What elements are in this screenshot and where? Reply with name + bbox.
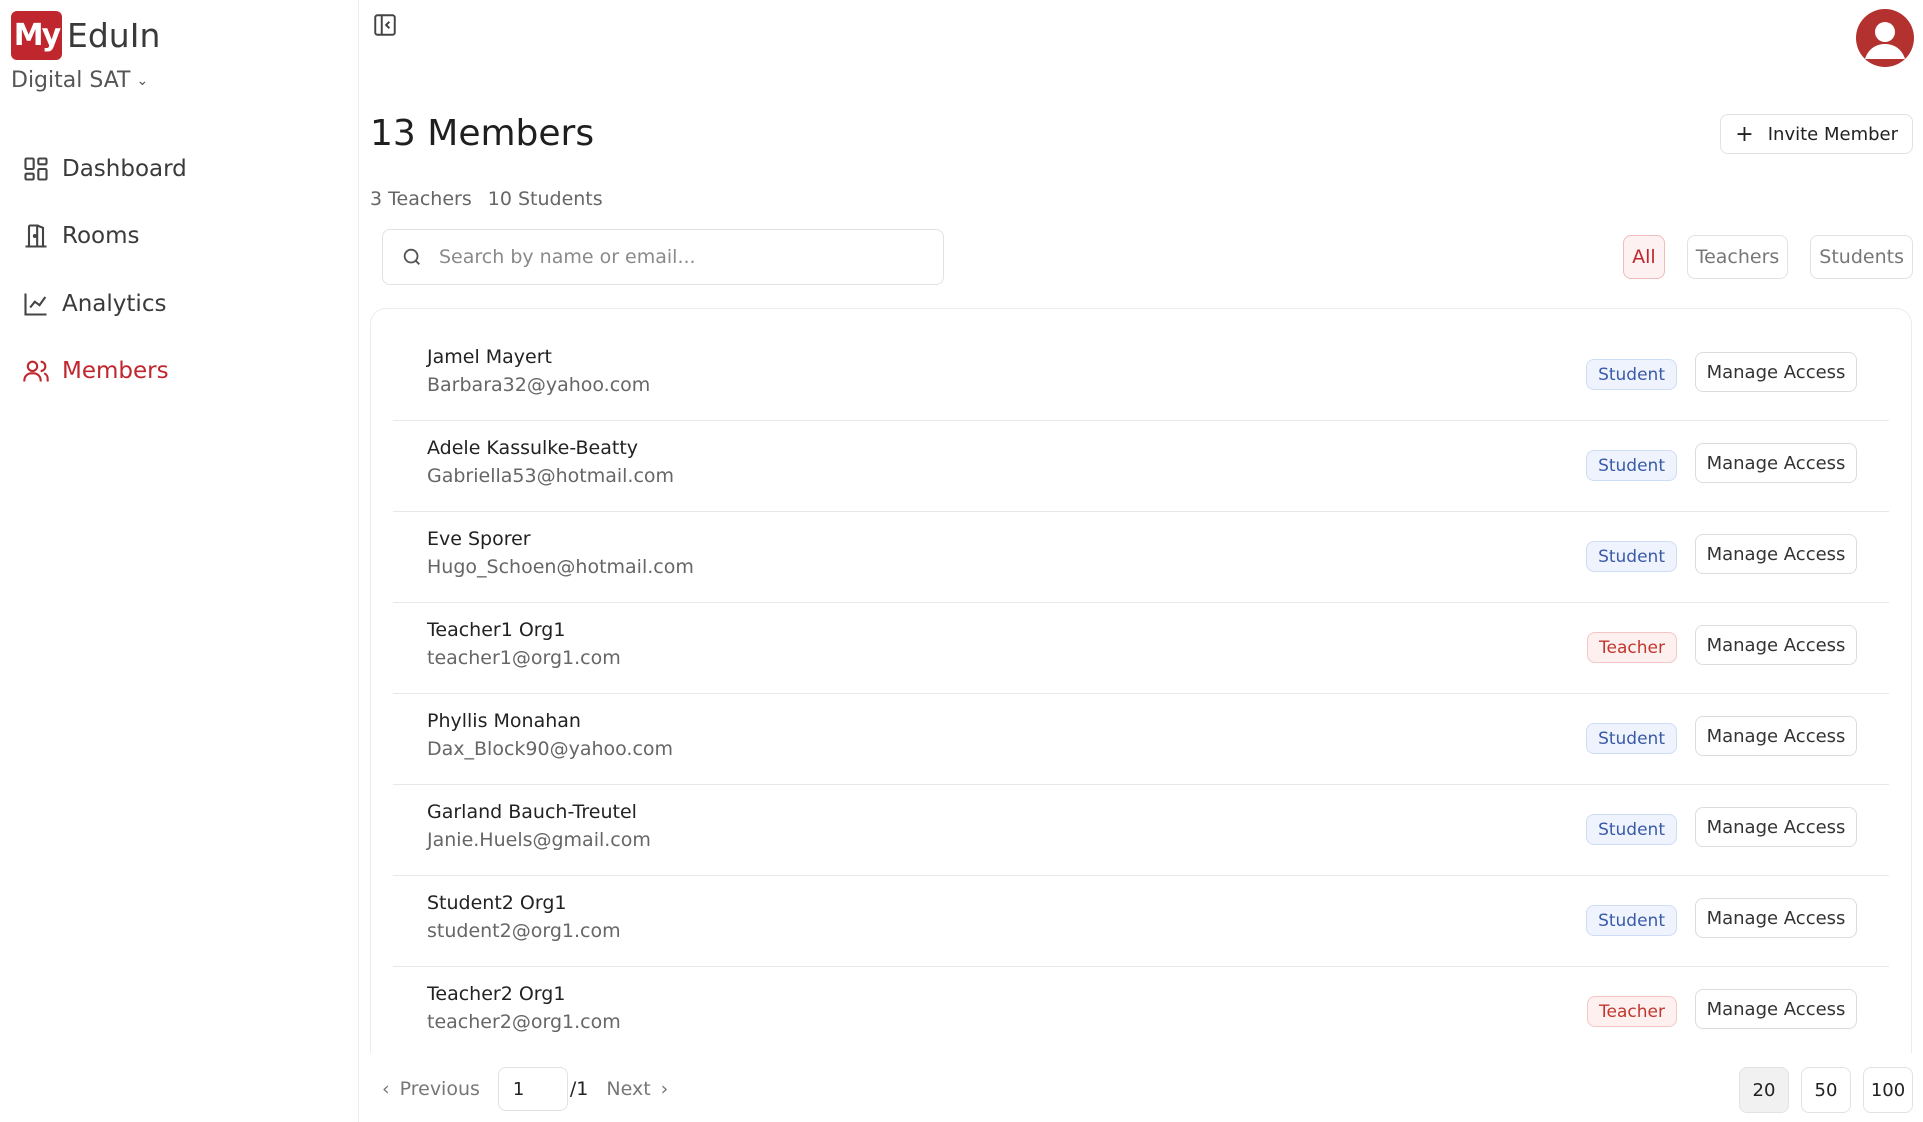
role-filters: All Teachers Students [1623, 235, 1913, 279]
manage-access-button[interactable]: Manage Access [1695, 352, 1857, 392]
member-name: Teacher2 Org1 [427, 983, 566, 1005]
sidebar-toggle-icon[interactable] [372, 12, 398, 38]
page-size-50-button[interactable]: 50 [1801, 1067, 1851, 1113]
sidebar-item-analytics[interactable]: Analytics [22, 270, 342, 338]
student-count: 10 Students [487, 188, 603, 210]
logo-mark: My [11, 11, 62, 60]
page-size-20-button[interactable]: 20 [1739, 1067, 1789, 1113]
sidebar-item-label: Rooms [62, 223, 140, 250]
main-content: 13 Members + Invite Member 3 Teachers 10… [359, 0, 1923, 1122]
sidebar-item-rooms[interactable]: Rooms [22, 203, 342, 271]
role-badge: Teacher [1587, 996, 1677, 1027]
member-row: Adele Kassulke-Beatty Gabriella53@hotmai… [393, 421, 1889, 512]
member-email: Hugo_Schoen@hotmail.com [427, 556, 694, 578]
next-page-button[interactable]: Next › [606, 1078, 668, 1100]
pagination: ‹ Previous /1 Next › [382, 1067, 668, 1111]
members-list: Jamel Mayert Barbara32@yahoo.com Student… [370, 308, 1912, 1053]
member-email: teacher1@org1.com [427, 647, 621, 669]
member-row: Teacher1 Org1 teacher1@org1.com Teacher … [393, 603, 1889, 694]
member-row: Eve Sporer Hugo_Schoen@hotmail.com Stude… [393, 512, 1889, 603]
org-selector-label: Digital SAT [11, 68, 131, 93]
manage-access-button[interactable]: Manage Access [1695, 443, 1857, 483]
sidebar: My EduIn Digital SAT ⌄ Dashboard Rooms A… [0, 0, 359, 1122]
sidebar-item-label: Members [62, 358, 169, 385]
sidebar-item-dashboard[interactable]: Dashboard [22, 135, 342, 203]
brand-logo[interactable]: My EduIn [11, 11, 160, 60]
member-row: Garland Bauch-Treutel Janie.Huels@gmail.… [393, 785, 1889, 876]
member-name: Jamel Mayert [427, 346, 552, 368]
member-email: Dax_Block90@yahoo.com [427, 738, 674, 760]
page-total: /1 [569, 1078, 589, 1100]
sidebar-item-members[interactable]: Members [22, 338, 342, 406]
brand-name: EduIn [67, 16, 161, 55]
org-selector[interactable]: Digital SAT ⌄ [11, 68, 148, 93]
page-size-100-button[interactable]: 100 [1863, 1067, 1913, 1113]
users-icon [23, 360, 49, 382]
role-badge: Student [1586, 814, 1677, 845]
sidebar-item-label: Analytics [62, 290, 167, 317]
manage-access-button[interactable]: Manage Access [1695, 716, 1857, 756]
member-name: Teacher1 Org1 [427, 619, 566, 641]
dashboard-icon [24, 157, 48, 181]
member-email: teacher2@org1.com [427, 1011, 621, 1033]
role-badge: Teacher [1587, 632, 1677, 663]
search-input[interactable] [439, 246, 919, 268]
manage-access-button[interactable]: Manage Access [1695, 989, 1857, 1029]
member-name: Adele Kassulke-Beatty [427, 437, 639, 459]
page-number-input[interactable] [497, 1067, 568, 1111]
chart-line-icon [24, 293, 47, 316]
member-email: Gabriella53@hotmail.com [427, 465, 675, 487]
next-label: Next [606, 1078, 651, 1100]
filter-students-button[interactable]: Students [1810, 235, 1913, 279]
member-name: Student2 Org1 [427, 892, 567, 914]
user-avatar[interactable] [1856, 9, 1914, 67]
door-icon [25, 224, 47, 248]
previous-page-button[interactable]: ‹ Previous [382, 1078, 480, 1100]
chevron-right-icon: › [660, 1078, 669, 1100]
invite-member-label: Invite Member [1767, 123, 1898, 145]
filter-all-button[interactable]: All [1623, 235, 1665, 279]
search-icon [403, 248, 420, 265]
role-badge: Student [1586, 723, 1677, 754]
member-counts: 3 Teachers 10 Students [370, 188, 603, 210]
role-badge: Student [1586, 541, 1677, 572]
member-name: Phyllis Monahan [427, 710, 581, 732]
manage-access-button[interactable]: Manage Access [1695, 898, 1857, 938]
previous-label: Previous [399, 1078, 480, 1100]
role-badge: Student [1586, 905, 1677, 936]
sidebar-nav: Dashboard Rooms Analytics Members [22, 135, 342, 405]
member-row: Teacher2 Org1 teacher2@org1.com Teacher … [393, 967, 1889, 1053]
chevron-left-icon: ‹ [382, 1078, 390, 1100]
manage-access-button[interactable]: Manage Access [1695, 534, 1857, 574]
member-row: Jamel Mayert Barbara32@yahoo.com Student… [393, 330, 1889, 421]
plus-icon: + [1735, 121, 1754, 147]
invite-member-button[interactable]: + Invite Member [1720, 114, 1913, 154]
member-row: Phyllis Monahan Dax_Block90@yahoo.com St… [393, 694, 1889, 785]
manage-access-button[interactable]: Manage Access [1695, 807, 1857, 847]
role-badge: Student [1586, 359, 1677, 390]
member-email: Janie.Huels@gmail.com [427, 829, 651, 851]
filter-teachers-button[interactable]: Teachers [1686, 235, 1789, 279]
role-badge: Student [1586, 450, 1677, 481]
member-row: Student2 Org1 student2@org1.com Student … [393, 876, 1889, 967]
member-email: Barbara32@yahoo.com [427, 374, 651, 396]
teacher-count: 3 Teachers [370, 188, 472, 210]
sidebar-item-label: Dashboard [62, 155, 187, 182]
manage-access-button[interactable]: Manage Access [1695, 625, 1857, 665]
member-name: Garland Bauch-Treutel [427, 801, 637, 823]
chevron-down-icon: ⌄ [136, 72, 149, 89]
member-email: student2@org1.com [427, 920, 621, 942]
page-title: 13 Members [370, 113, 595, 154]
search-box[interactable] [382, 229, 944, 285]
page-size-selector: 20 50 100 [1739, 1067, 1913, 1113]
member-name: Eve Sporer [427, 528, 531, 550]
